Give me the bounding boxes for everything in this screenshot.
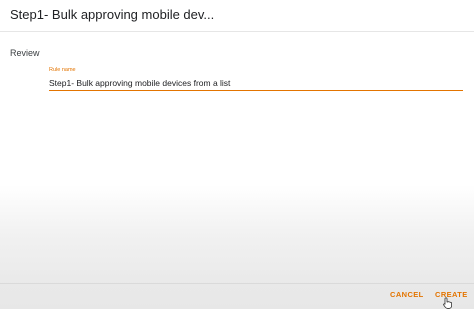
create-rule-dialog: Step1- Bulk approving mobile dev... Revi… (0, 0, 474, 309)
review-section-label: Review (10, 48, 40, 58)
rule-name-label: Rule name (49, 67, 76, 73)
footer-divider (0, 283, 474, 284)
hand-pointer-icon (443, 297, 452, 309)
rule-name-field[interactable]: Rule name (49, 67, 463, 91)
dialog-header: Step1- Bulk approving mobile dev... (0, 0, 474, 32)
dialog-title: Step1- Bulk approving mobile dev... (10, 7, 215, 22)
cancel-button[interactable]: CANCEL (390, 290, 424, 299)
rule-name-input[interactable] (49, 75, 463, 91)
